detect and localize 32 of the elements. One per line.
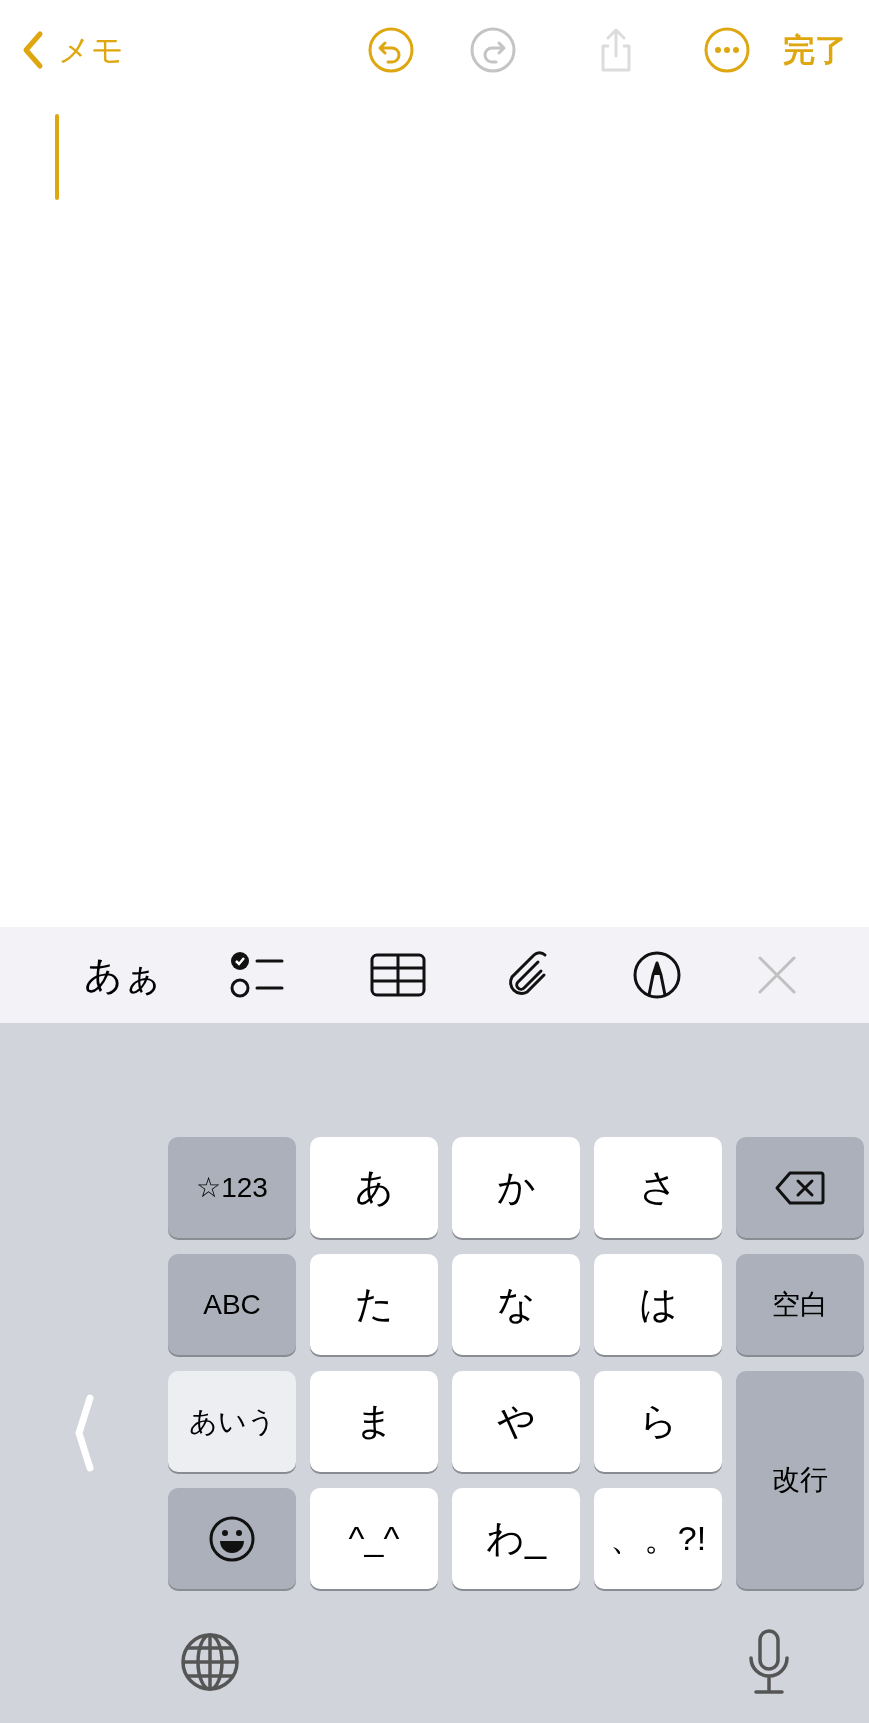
keyboard-key[interactable]: さ <box>594 1137 722 1238</box>
keyboard-key[interactable]: ら <box>594 1371 722 1472</box>
back-chevron-icon <box>22 30 44 70</box>
keyboard-key[interactable]: や <box>452 1371 580 1472</box>
emoji-icon <box>208 1514 256 1563</box>
keyboard-key[interactable]: は <box>594 1254 722 1355</box>
keyboard-key[interactable]: か <box>452 1137 580 1238</box>
pen-tip-icon <box>632 950 682 1000</box>
keyboard-key[interactable]: わ_ <box>452 1488 580 1589</box>
keyboard-key[interactable]: な <box>452 1254 580 1355</box>
delete-key[interactable] <box>736 1137 864 1238</box>
globe-button[interactable] <box>180 1632 240 1692</box>
keyboard-key[interactable]: ま <box>310 1371 438 1472</box>
keyboard-key[interactable]: ABC <box>168 1254 296 1355</box>
delete-icon <box>774 1169 826 1206</box>
keyboard-key[interactable]: 空白 <box>736 1254 864 1355</box>
keyboard-key[interactable]: ☆123 <box>168 1137 296 1238</box>
globe-icon <box>180 1632 240 1692</box>
keyboard-key[interactable]: ^_^ <box>310 1488 438 1589</box>
close-icon <box>757 955 797 995</box>
keyboard-key[interactable]: あいう <box>168 1371 296 1472</box>
checklist-icon <box>230 951 286 999</box>
table-icon <box>370 953 426 997</box>
keyboard-key[interactable]: た <box>310 1254 438 1355</box>
more-icon <box>703 26 751 74</box>
chevron-left-icon <box>74 1394 94 1472</box>
return-key[interactable]: 改行 <box>736 1371 864 1589</box>
microphone-icon <box>746 1628 792 1696</box>
text-format-button[interactable]: あぁ <box>68 946 178 1004</box>
emoji-key[interactable] <box>168 1488 296 1589</box>
keyboard-key[interactable]: 、。?! <box>594 1488 722 1589</box>
keyboard-key[interactable]: あ <box>310 1137 438 1238</box>
